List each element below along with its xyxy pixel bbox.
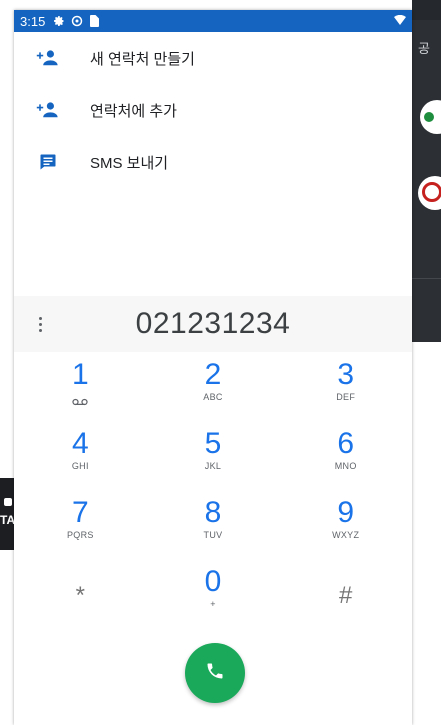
key-4[interactable]: 4 GHI [14, 427, 147, 490]
sync-icon [71, 15, 83, 27]
sim-icon [89, 15, 100, 27]
dial-header: 021231234 [14, 296, 412, 352]
key-letters: ABC [203, 392, 223, 402]
key-star[interactable]: * [14, 565, 147, 628]
dialer-window: 3:15 새 연락처 만들기 연락처에 추가 SMS 보내기 021231234… [14, 10, 412, 725]
key-letters: PQRS [66, 530, 94, 540]
dialpad-row-2: 4 GHI 5 JKL 6 MNO [14, 421, 412, 490]
background-left-icon [4, 498, 12, 506]
key-letters: + [210, 599, 216, 609]
key-letters: GHI [71, 461, 89, 471]
key-pound[interactable]: # [279, 565, 412, 628]
key-digit: # [339, 582, 353, 609]
overflow-menu-button[interactable] [14, 296, 66, 352]
key-digit: 8 [204, 496, 222, 529]
status-bar: 3:15 [14, 10, 412, 32]
key-letters: DEF [336, 392, 356, 402]
key-9[interactable]: 9 WXYZ [279, 496, 412, 559]
add-to-contact-label: 연락처에 추가 [90, 102, 177, 120]
phone-icon [205, 661, 225, 686]
dialed-number[interactable]: 021231234 [66, 307, 412, 341]
key-6[interactable]: 6 MNO [279, 427, 412, 490]
key-digit: 9 [337, 496, 355, 529]
key-digit: 4 [71, 427, 89, 460]
create-new-contact-label: 새 연락처 만들기 [90, 50, 195, 68]
create-new-contact-item[interactable]: 새 연락처 만들기 [14, 32, 412, 84]
key-7[interactable]: 7 PQRS [14, 496, 147, 559]
add-person-icon [36, 100, 60, 120]
key-letters: MNO [334, 461, 357, 471]
key-digit: 2 [204, 358, 222, 391]
key-digit: 1 [71, 358, 89, 391]
key-letters: WXYZ [332, 530, 360, 540]
key-5[interactable]: 5 JKL [147, 427, 280, 490]
background-left [0, 0, 14, 725]
key-digit: 7 [71, 496, 89, 529]
background-right-status-bar [412, 0, 441, 20]
dialpad-row-3: 7 PQRS 8 TUV 9 WXYZ [14, 490, 412, 559]
key-letters: TUV [203, 530, 223, 540]
add-person-icon [36, 48, 60, 68]
status-time: 3:15 [20, 13, 46, 29]
dialpad-row-4: * 0 + # [14, 559, 412, 628]
voicemail-icon [72, 393, 88, 411]
send-sms-item[interactable]: SMS 보내기 [14, 136, 412, 188]
key-digit: * [75, 582, 85, 609]
dialpad: 1 2 ABC 3 DEF 4 GHI 5 JKL 6 MNO 7 PQRS 8… [14, 352, 412, 652]
add-to-contact-item[interactable]: 연락처에 추가 [14, 84, 412, 136]
call-button[interactable] [185, 643, 245, 703]
message-icon [36, 152, 60, 172]
contact-action-list: 새 연락처 만들기 연락처에 추가 SMS 보내기 [14, 32, 412, 296]
key-digit: 3 [337, 358, 355, 391]
key-0[interactable]: 0 + [147, 565, 280, 628]
key-1[interactable]: 1 [14, 358, 147, 421]
send-sms-label: SMS 보내기 [90, 154, 169, 172]
background-left-label: TA [0, 513, 14, 527]
key-3[interactable]: 3 DEF [279, 358, 412, 421]
more-vert-icon [38, 316, 42, 332]
key-letters: JKL [204, 461, 222, 471]
wifi-icon [394, 14, 406, 28]
dialpad-row-1: 1 2 ABC 3 DEF [14, 352, 412, 421]
key-digit: 6 [337, 427, 355, 460]
background-right-divider [412, 278, 441, 279]
key-digit: 0 [204, 565, 222, 598]
settings-icon [53, 15, 65, 27]
key-8[interactable]: 8 TUV [147, 496, 280, 559]
key-2[interactable]: 2 ABC [147, 358, 280, 421]
key-digit: 5 [204, 427, 222, 460]
background-right-label: 공 [418, 41, 430, 56]
